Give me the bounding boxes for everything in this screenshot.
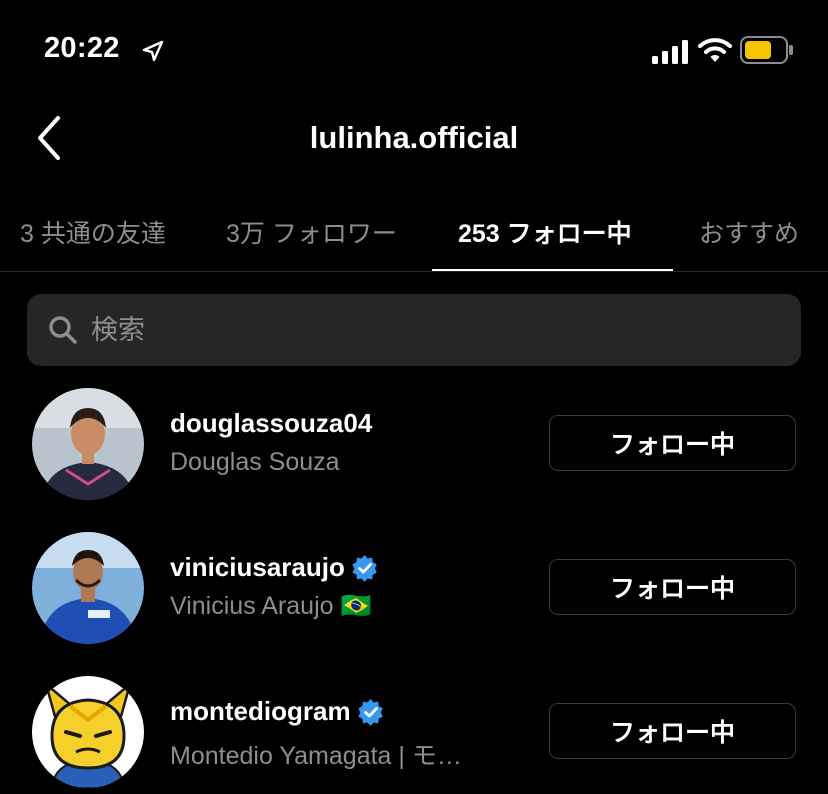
avatar[interactable] (32, 676, 144, 788)
battery-icon (740, 36, 793, 64)
full-name: Montedio Yamagata | モ… (170, 742, 462, 770)
list-item[interactable]: douglassouza04 Douglas Souza フォロー中 (0, 388, 828, 532)
location-arrow-icon (142, 40, 164, 62)
avatar[interactable] (32, 388, 144, 500)
username[interactable]: montediogram (170, 696, 385, 727)
active-tab-indicator (432, 269, 673, 271)
search-icon (49, 316, 77, 344)
following-button[interactable]: フォロー中 (549, 559, 796, 615)
search-input[interactable] (91, 294, 771, 366)
cellular-signal-icon (652, 40, 688, 64)
following-button[interactable]: フォロー中 (549, 703, 796, 759)
search-bar[interactable] (27, 294, 801, 366)
status-bar: 20:22 (0, 0, 828, 100)
verified-badge-icon (357, 698, 383, 726)
wifi-icon (698, 38, 732, 62)
full-name: Vinicius Araujo 🇧🇷 (170, 592, 372, 620)
list-item[interactable]: viniciusaraujo Vinicius Araujo 🇧🇷 フォロー中 (0, 532, 828, 676)
list-item[interactable]: montediogram Montedio Yamagata | モ… フォロー… (0, 676, 828, 794)
tab-suggested[interactable]: おすすめ (699, 214, 799, 250)
tab-bar: 3 共通の友達 3万 フォロワー 253 フォロー中 おすすめ (0, 200, 828, 272)
verified-badge-icon (352, 554, 377, 582)
username[interactable]: viniciusaraujo (170, 552, 379, 583)
tab-following[interactable]: 253 フォロー中 (458, 214, 632, 250)
tab-followers[interactable]: 3万 フォロワー (226, 214, 397, 250)
tab-mutual-friends[interactable]: 3 共通の友達 (20, 214, 166, 250)
page-title: lulinha.official (309, 120, 519, 155)
full-name: Douglas Souza (170, 448, 340, 476)
following-button[interactable]: フォロー中 (549, 415, 796, 471)
avatar[interactable] (32, 532, 144, 644)
status-time: 20:22 (44, 32, 120, 64)
username[interactable]: douglassouza04 (170, 408, 372, 439)
